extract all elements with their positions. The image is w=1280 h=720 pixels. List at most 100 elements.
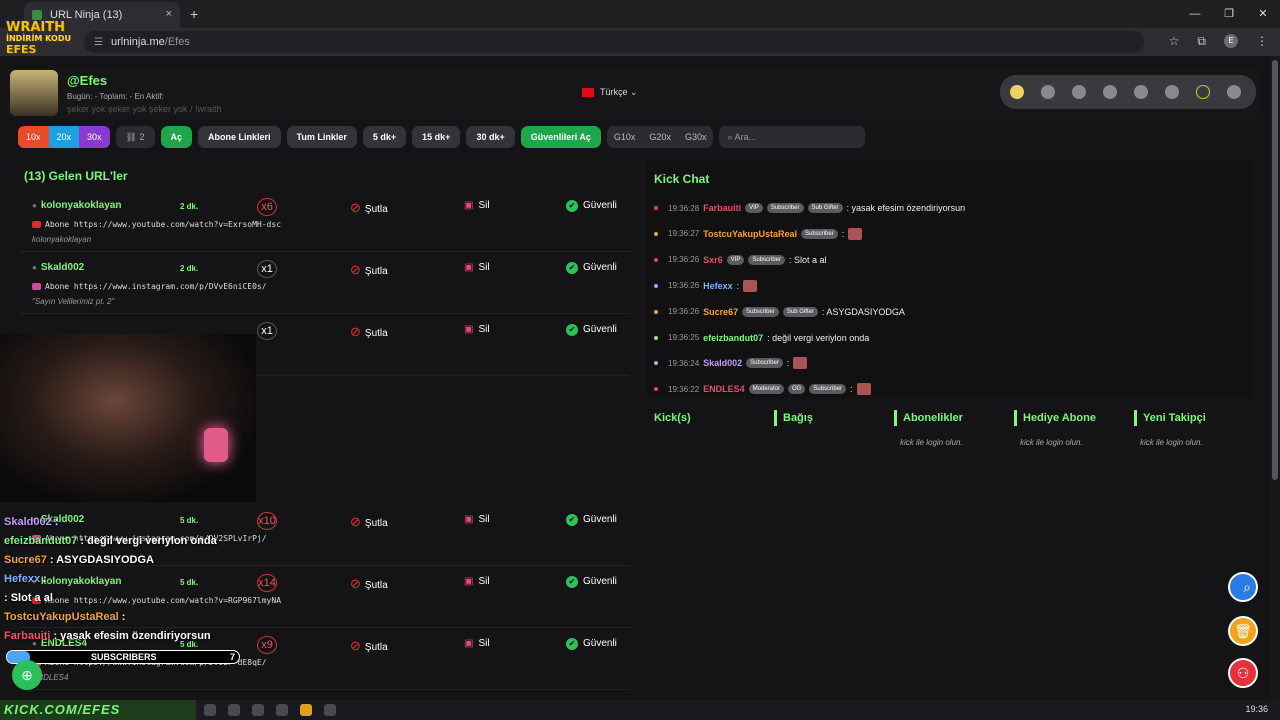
filter-toolbar: 10x 20x 30x ⛓ 2 Aç Abone Linkleri Tum Li… <box>18 126 866 148</box>
url-row-link[interactable]: Abone https://www.youtube.com/watch?v=Ex… <box>32 220 281 229</box>
chat-badge: Moderator <box>748 384 785 395</box>
kick-user-button[interactable]: Şutla <box>350 638 388 654</box>
user-fab-button[interactable]: ⚇ <box>1228 658 1258 688</box>
mark-safe-button[interactable]: Güvenli <box>566 638 617 650</box>
language-selector[interactable]: Türkçe ⌄ <box>582 87 638 98</box>
sub-links-button[interactable]: Abone Linkleri <box>198 126 281 148</box>
multiplier-group: 10x 20x 30x <box>18 126 110 148</box>
extensions-icon[interactable]: ⧉ <box>1197 34 1206 49</box>
browser-menu-icon[interactable]: ⋮ <box>1256 34 1268 49</box>
window-controls: — ❐ ✕ <box>1178 0 1280 28</box>
filter-5min-button[interactable]: 5 dk+ <box>362 126 407 148</box>
site-info-icon[interactable]: ☰ <box>94 37 103 48</box>
chrome-icon[interactable] <box>300 704 312 716</box>
delete-url-button[interactable]: Sil <box>464 324 489 335</box>
multiplier-10x-button[interactable]: 10x <box>18 126 49 148</box>
scrollbar-thumb[interactable] <box>1272 60 1278 480</box>
chat-message: 19:36:26 Sucre67 Subscriber Sub Gifter: ASY… <box>654 304 905 320</box>
new-tab-button[interactable]: + <box>190 6 198 22</box>
url-row-user[interactable]: kolonyakoklayan <box>32 200 122 211</box>
filter-15min-button[interactable]: 15 dk+ <box>412 126 461 148</box>
chat-dot-icon <box>654 206 658 210</box>
url-row-count: x6 <box>257 198 277 216</box>
open-safe-button[interactable]: Güvenlileri Aç <box>520 126 601 148</box>
instagram-icon[interactable] <box>1072 85 1086 99</box>
cookie-icon[interactable] <box>1010 85 1024 99</box>
page-scrollbar[interactable] <box>1270 56 1280 700</box>
chat-message: 19:36:26 Hefexx: <box>654 278 758 294</box>
kick-user-button[interactable]: Şutla <box>350 262 388 278</box>
all-links-button[interactable]: Tum Linkler <box>286 126 357 148</box>
discord-icon[interactable] <box>324 704 336 716</box>
close-tab-icon[interactable]: × <box>166 8 172 20</box>
mark-safe-button[interactable]: Güvenli <box>566 576 617 588</box>
chat-nick[interactable]: Sucre67 <box>703 307 738 317</box>
store-icon[interactable] <box>252 704 264 716</box>
delete-url-button[interactable]: Sil <box>464 576 489 587</box>
open-button[interactable]: Aç <box>160 126 193 148</box>
group-g20x-button[interactable]: G20x <box>642 126 678 148</box>
logout-icon[interactable] <box>1227 85 1241 99</box>
trash-icon[interactable] <box>1165 85 1179 99</box>
url-row-user[interactable]: Skald002 <box>32 262 84 273</box>
urlninja-favicon-icon <box>32 10 42 20</box>
chat-dot-icon <box>654 309 658 314</box>
kick-user-button[interactable]: Şutla <box>350 324 388 340</box>
list-icon[interactable] <box>1103 85 1117 99</box>
chat-dot-icon <box>654 283 658 288</box>
edge-icon[interactable] <box>204 704 216 716</box>
chat-nick[interactable]: Sxr6 <box>703 255 723 265</box>
incoming-urls-title: (13) Gelen URL'ler <box>24 169 128 183</box>
kick-user-button[interactable]: Şutla <box>350 576 388 592</box>
kick-user-button[interactable]: Şutla <box>350 200 388 216</box>
address-bar[interactable]: ☰ urlninja.me/Efes <box>84 31 1144 53</box>
pause-icon[interactable] <box>1196 85 1210 99</box>
chat-message: 19:36:22 ENDLES4 Moderator OG Subscriber: <box>654 381 871 397</box>
restore-button[interactable]: ❐ <box>1212 0 1246 28</box>
mark-safe-button[interactable]: Güvenli <box>566 324 617 336</box>
multiplier-30x-button[interactable]: 30x <box>79 126 110 148</box>
delete-url-button[interactable]: Sil <box>464 514 489 525</box>
stat-column: Hediye Abone kick ile login olun. <box>1014 410 1130 447</box>
url-row-link[interactable]: Abone https://www.instagram.com/p/DVvE6n… <box>32 282 267 291</box>
link-count-button[interactable]: ⛓ 2 <box>115 126 155 148</box>
chat-badge: Subscriber <box>766 203 804 213</box>
files-icon[interactable] <box>228 704 240 716</box>
chat-nick[interactable]: Hefexx <box>703 281 733 291</box>
delete-url-button[interactable]: Sil <box>464 200 489 211</box>
overlay-chat-line: TostcuYakupUstaReal : <box>4 611 264 630</box>
trash-fab-button[interactable]: 🗑 <box>1228 616 1258 646</box>
url-row-age: 2 dk. <box>180 264 199 273</box>
chat-badge: Sub Gifter <box>807 203 843 213</box>
grid-icon[interactable] <box>1134 85 1148 99</box>
twitter-icon[interactable] <box>1041 85 1055 99</box>
mark-safe-button[interactable]: Güvenli <box>566 514 617 526</box>
profile-avatar[interactable]: E <box>1224 34 1238 48</box>
mark-safe-button[interactable]: Güvenli <box>566 262 617 274</box>
bookmark-star-icon[interactable]: ☆ <box>1169 34 1180 49</box>
search-input[interactable]: ⌕ Ara... <box>719 126 866 148</box>
add-user-button[interactable]: ⊕ <box>12 660 42 690</box>
spotify-icon[interactable] <box>276 704 288 716</box>
close-window-button[interactable]: ✕ <box>1246 0 1280 28</box>
chat-nick[interactable]: ENDLES4 <box>703 384 745 394</box>
kick-user-button[interactable]: Şutla <box>350 514 388 530</box>
chat-nick[interactable]: efeizbandut07 <box>703 333 763 343</box>
group-g10x-button[interactable]: G10x <box>607 126 643 148</box>
minimize-button[interactable]: — <box>1178 0 1212 28</box>
chat-dot-icon <box>654 231 658 236</box>
chat-nick[interactable]: TostcuYakupUstaReal <box>703 229 797 239</box>
header-toolbar <box>1000 75 1256 109</box>
chat-time: 19:36:26 <box>668 307 700 317</box>
chat-nick[interactable]: Farbauiti <box>703 203 741 213</box>
multiplier-20x-button[interactable]: 20x <box>48 126 80 148</box>
filter-30min-button[interactable]: 30 dk+ <box>466 126 515 148</box>
delete-url-button[interactable]: Sil <box>464 262 489 273</box>
delete-url-button[interactable]: Sil <box>464 638 489 649</box>
chat-badge: Subscriber <box>809 384 847 395</box>
search-fab-button[interactable]: ⌕ <box>1228 572 1258 602</box>
group-g30x-button[interactable]: G30x <box>678 126 714 148</box>
mark-safe-button[interactable]: Güvenli <box>566 200 617 212</box>
chat-nick[interactable]: Skald002 <box>703 358 742 368</box>
language-label: Türkçe <box>600 87 628 97</box>
